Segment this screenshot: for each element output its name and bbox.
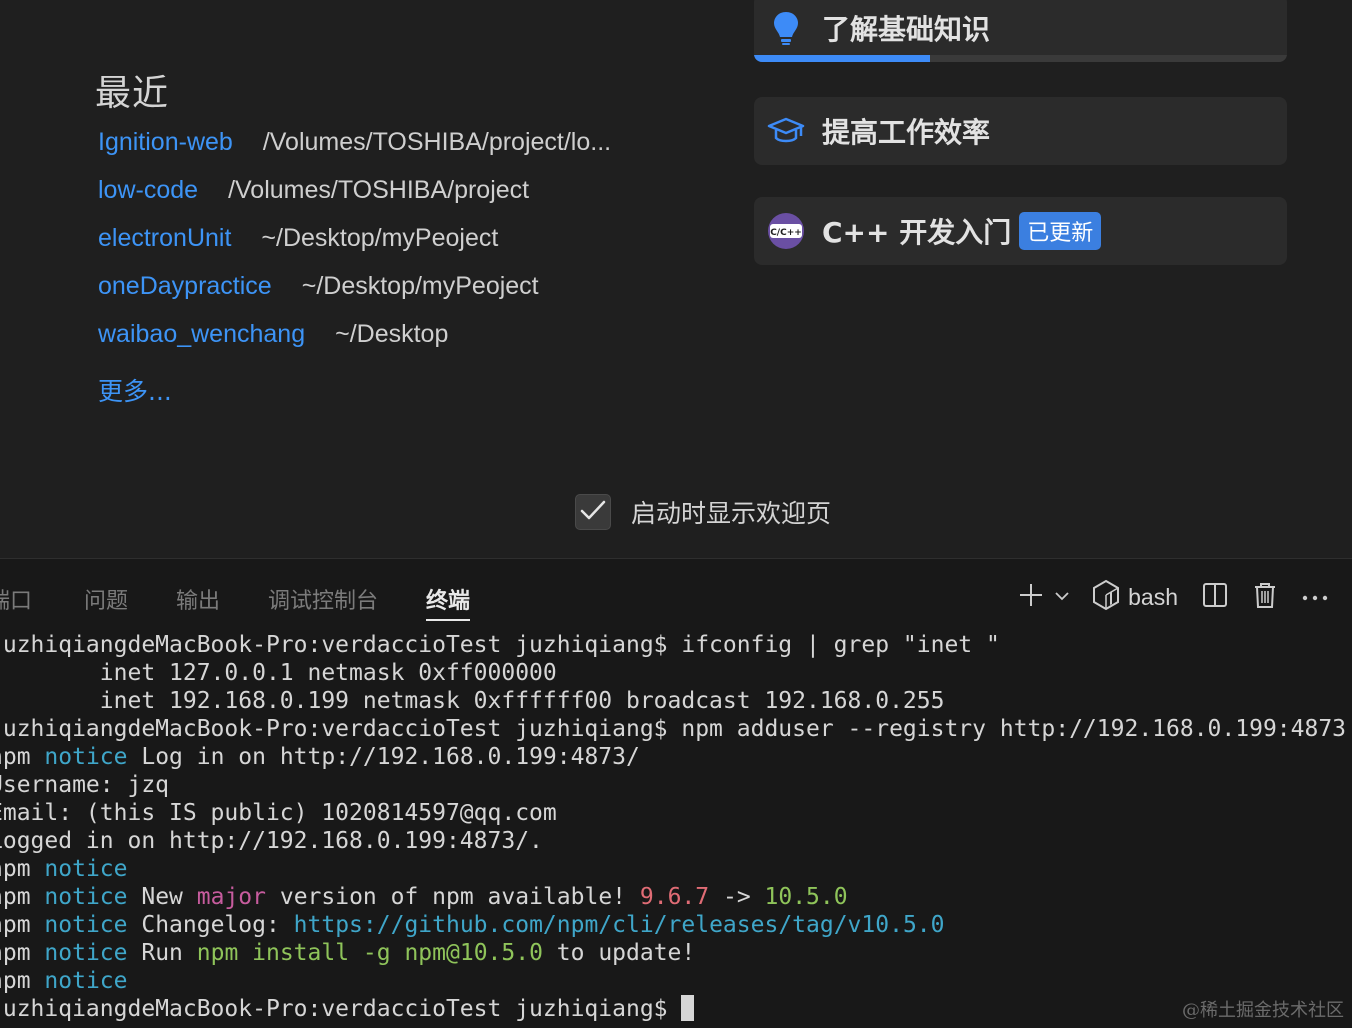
plus-icon [1018, 582, 1044, 613]
checkmark-icon [580, 499, 606, 526]
terminal-shell-selector[interactable]: bash [1092, 579, 1178, 616]
ellipsis-icon [1302, 588, 1328, 606]
cpp-icon: C/C++ [766, 211, 806, 251]
recent-item-path: ~/Desktop/myPeoject [261, 224, 499, 252]
recent-item-name[interactable]: electronUnit [98, 224, 231, 253]
recent-item-name[interactable]: low-code [98, 176, 198, 205]
terminal-line: npm notice Log in on http://192.168.0.19… [0, 744, 640, 770]
walkthrough-label: 提高工作效率 [822, 116, 991, 149]
walkthrough-card-productivity[interactable]: 提高工作效率 [754, 97, 1287, 165]
recent-item-path: ~/Desktop [335, 320, 449, 348]
more-recent-link[interactable]: 更多... [98, 372, 172, 408]
updated-badge: 已更新 [1019, 212, 1102, 250]
terminal-line: juzhiqiangdeMacBook-Pro:verdaccioTest ju… [0, 995, 1352, 1023]
terminal-shell-icon [1092, 579, 1120, 616]
bottom-panel: 端口 问题 输出 调试控制台 终端 [0, 558, 1352, 1028]
terminal-line: npm notice [0, 856, 128, 882]
lightbulb-icon [766, 8, 806, 48]
recent-item: waibao_wenchang ~/Desktop [98, 320, 611, 368]
walkthrough-label: C++ 开发入门 [822, 216, 1012, 249]
show-on-startup-checkbox[interactable] [575, 494, 611, 530]
shell-name: bash [1128, 583, 1178, 610]
recent-item: Ignition-web /Volumes/TOSHIBA/project/lo… [98, 128, 611, 176]
tab-ports[interactable]: 端口 [0, 583, 32, 615]
more-actions-button[interactable] [1300, 588, 1330, 606]
terminal-line: Username: jzq [0, 772, 170, 798]
changelog-link[interactable]: https://github.com/npm/cli/releases/tag/… [294, 912, 945, 938]
mortarboard-icon [766, 111, 806, 151]
recent-item: electronUnit ~/Desktop/myPeoject [98, 224, 611, 272]
walkthrough-label: 了解基础知识 [822, 13, 991, 46]
kill-terminal-button[interactable] [1250, 581, 1280, 614]
split-terminal-button[interactable] [1200, 582, 1230, 613]
tab-debug-console[interactable]: 调试控制台 [268, 583, 378, 615]
terminal-cursor [681, 995, 695, 1021]
recent-item-path: /Volumes/TOSHIBA/project [228, 176, 530, 204]
svg-text:C/C++: C/C++ [770, 228, 802, 238]
watermark: @稀土掘金技术社区 [1182, 1000, 1344, 1021]
terminal-line: npm notice Run npm install -g npm@10.5.0… [0, 940, 696, 966]
walkthrough-progress [754, 55, 1287, 62]
recent-item-path: ~/Desktop/myPeoject [301, 272, 539, 300]
recent-item-name[interactable]: waibao_wenchang [98, 320, 305, 349]
new-terminal-button[interactable] [1016, 582, 1046, 613]
terminal-line: npm notice [0, 968, 128, 994]
welcome-page: 最近 Ignition-web /Volumes/TOSHIBA/project… [0, 0, 1352, 558]
walkthrough-progress-fill [754, 55, 930, 62]
recent-item: low-code /Volumes/TOSHIBA/project [98, 176, 611, 224]
tab-problems[interactable]: 问题 [84, 583, 128, 615]
terminal-profiles-dropdown[interactable] [1050, 588, 1074, 606]
terminal-line: Logged in on http://192.168.0.199:4873/. [0, 828, 543, 854]
show-on-startup-row: 启动时显示欢迎页 [575, 494, 831, 530]
recent-section-title: 最近 [95, 73, 170, 114]
terminal-line: juzhiqiangdeMacBook-Pro:verdaccioTest ju… [0, 632, 1000, 658]
walkthrough-card-cpp[interactable]: C/C++ C++ 开发入门 已更新 [754, 197, 1287, 265]
terminal-line: juzhiqiangdeMacBook-Pro:verdaccioTest ju… [0, 716, 1347, 742]
recent-list: Ignition-web /Volumes/TOSHIBA/project/lo… [98, 128, 611, 368]
chevron-down-icon [1054, 588, 1070, 606]
vscode-window: 最近 Ignition-web /Volumes/TOSHIBA/project… [0, 0, 1352, 1028]
show-on-startup-label: 启动时显示欢迎页 [631, 499, 832, 528]
terminal-line: inet 127.0.0.1 netmask 0xff000000 [0, 660, 557, 686]
recent-item-name[interactable]: oneDaypractice [98, 272, 272, 301]
tab-output[interactable]: 输出 [176, 583, 220, 615]
terminal-line: npm notice Changelog: https://github.com… [0, 912, 945, 938]
split-icon [1202, 582, 1228, 613]
recent-item-path: /Volumes/TOSHIBA/project/lo... [262, 128, 612, 156]
terminal-line: npm notice New major version of npm avai… [0, 884, 848, 910]
panel-tab-bar: 端口 问题 输出 调试控制台 终端 [0, 559, 1352, 631]
walkthrough-card-basics[interactable]: 了解基础知识 [754, 0, 1287, 62]
recent-item: oneDaypractice ~/Desktop/myPeoject [98, 272, 611, 320]
trash-icon [1253, 581, 1277, 614]
panel-actions: bash [1016, 577, 1330, 617]
terminal-line: Email: (this IS public) 1020814597@qq.co… [0, 800, 557, 826]
terminal-output[interactable]: juzhiqiangdeMacBook-Pro:verdaccioTest ju… [0, 631, 1352, 1028]
terminal-line: inet 192.168.0.199 netmask 0xffffff00 br… [0, 688, 945, 714]
recent-item-name[interactable]: Ignition-web [98, 128, 233, 157]
tab-terminal[interactable]: 终端 [426, 583, 471, 621]
